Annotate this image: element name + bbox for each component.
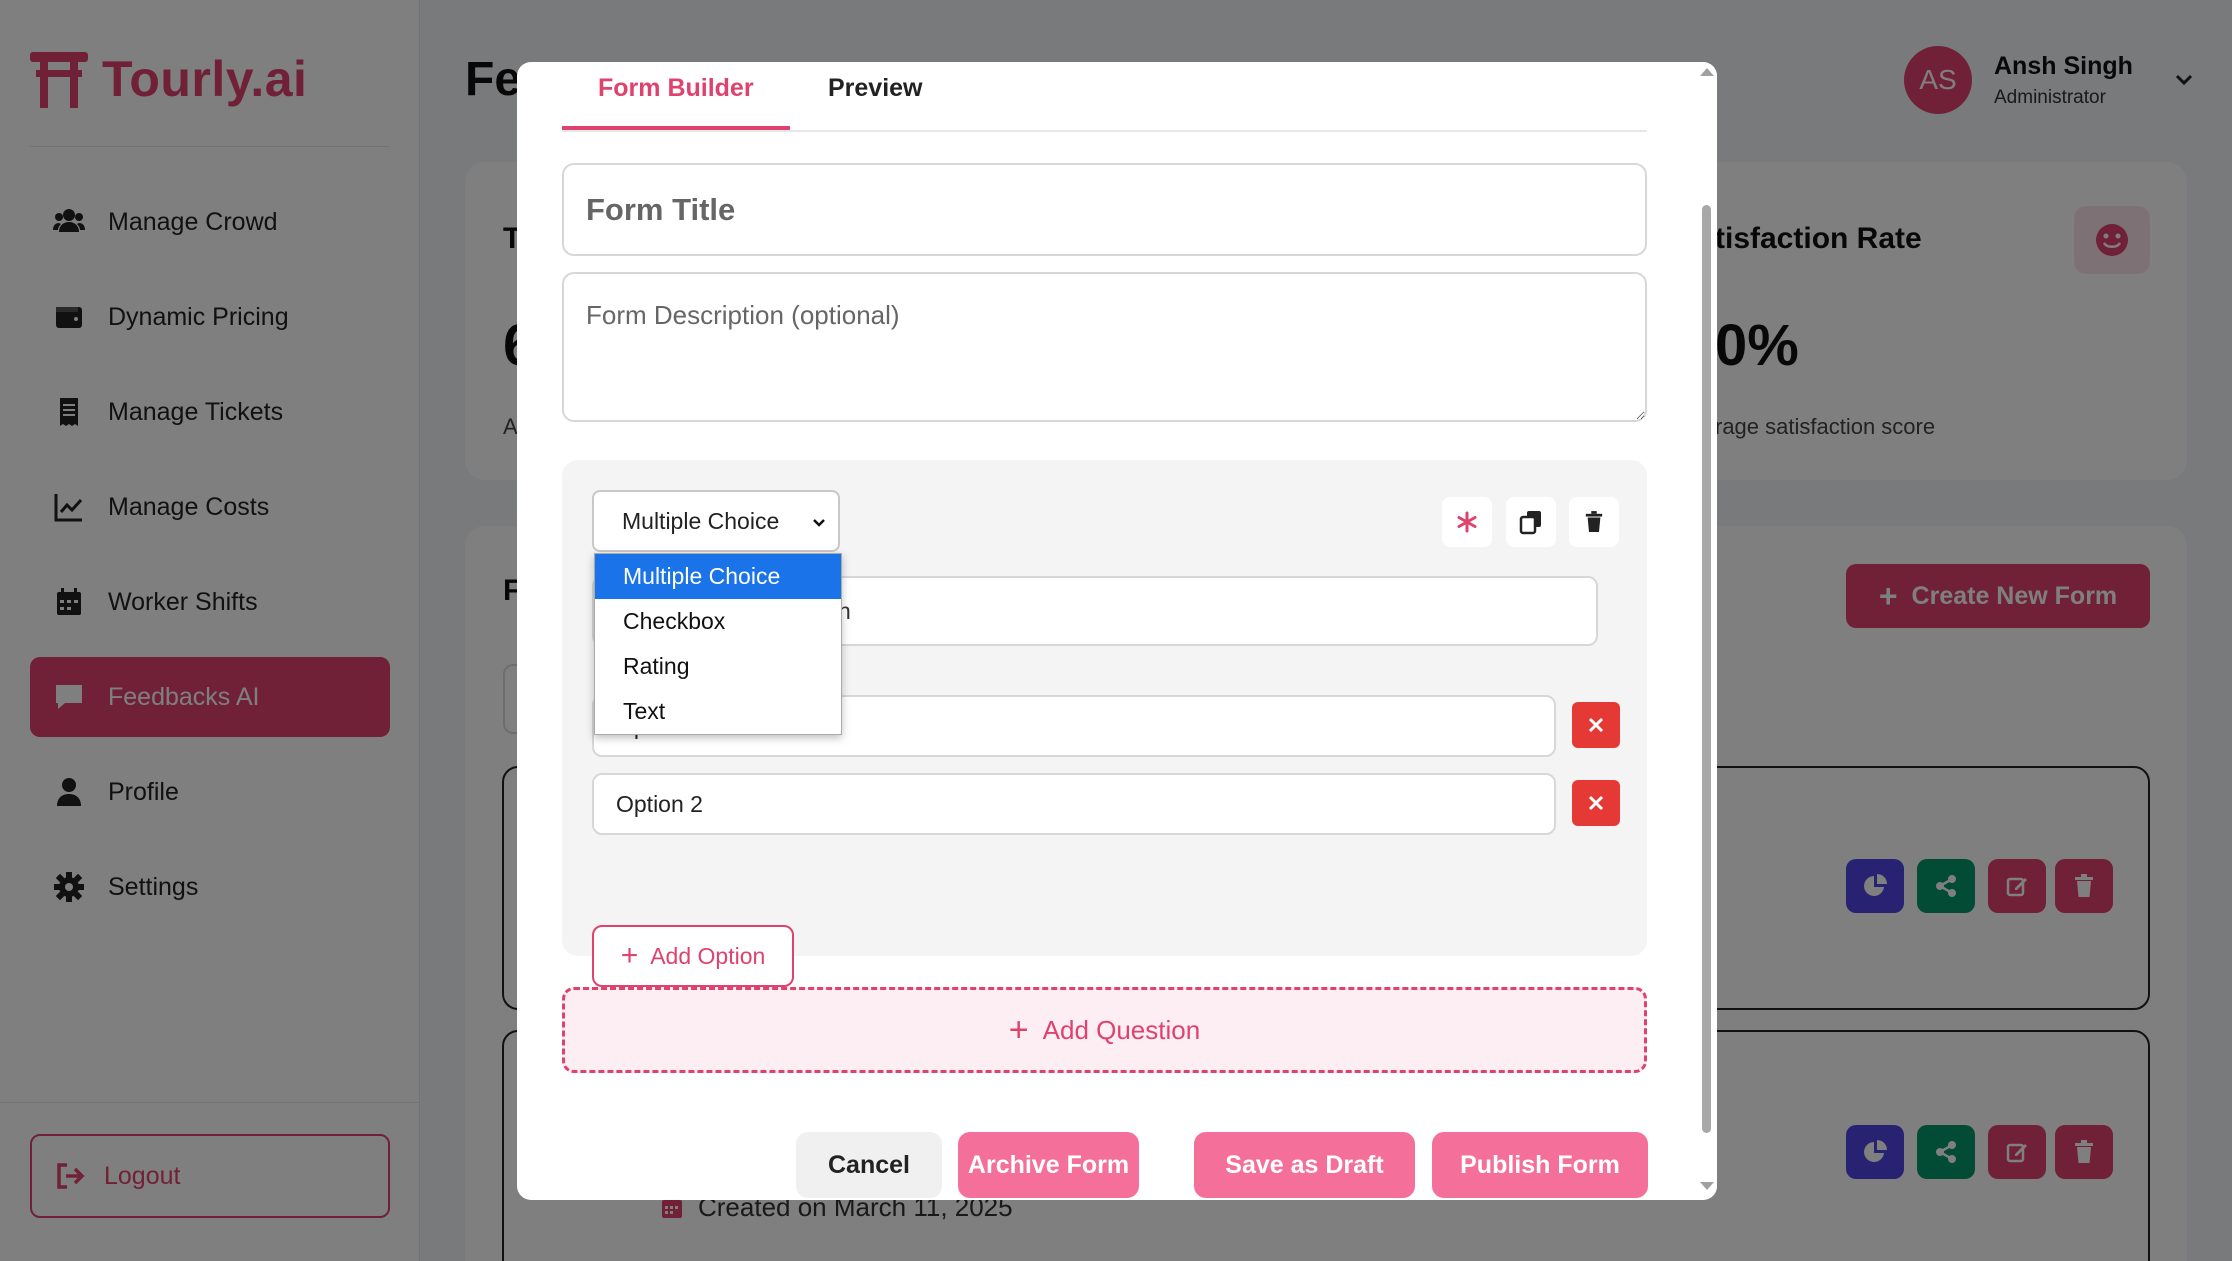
add-question-button[interactable]: + Add Question [562,987,1647,1073]
add-option-label: Add Option [650,942,766,969]
modal-tabs: Form Builder Preview [562,62,1647,132]
publish-form-button[interactable]: Publish Form [1432,1132,1648,1198]
form-title-input[interactable] [562,163,1647,256]
question-type-select[interactable]: Multiple Choice [592,490,840,552]
duplicate-question-button[interactable] [1506,497,1556,547]
dropdown-option-text[interactable]: Text [595,689,841,734]
add-option-button[interactable]: + Add Option [592,925,794,987]
dropdown-option-rating[interactable]: Rating [595,644,841,689]
plus-icon: + [1008,1011,1029,1049]
active-tab-indicator [562,126,790,130]
close-icon [1588,717,1604,733]
plus-icon: + [620,939,639,972]
trash-icon [1585,511,1603,532]
scroll-down-arrow[interactable] [1700,1182,1714,1190]
chevron-down-icon [813,519,825,527]
remove-option-button[interactable] [1572,780,1620,826]
copy-icon [1519,511,1541,535]
question-type-dropdown: Multiple Choice Checkbox Rating Text [594,553,842,735]
option-input[interactable]: Option 2 [592,773,1556,835]
required-toggle-button[interactable] [1442,497,1492,547]
archive-form-button[interactable]: Archive Form [958,1132,1139,1198]
scrollbar-thumb[interactable] [1702,205,1711,1133]
scroll-up-arrow[interactable] [1700,68,1714,76]
remove-option-button[interactable] [1572,702,1620,748]
dropdown-option-multiple-choice[interactable]: Multiple Choice [595,554,841,599]
tab-preview[interactable]: Preview [828,74,923,103]
form-description-input[interactable] [562,272,1647,422]
close-icon [1588,795,1604,811]
question-type-value: Multiple Choice [622,507,780,534]
delete-question-button[interactable] [1569,497,1619,547]
cancel-button[interactable]: Cancel [796,1132,942,1198]
tab-form-builder[interactable]: Form Builder [598,74,754,103]
asterisk-icon [1457,511,1477,533]
option-text: Option 2 [616,790,703,817]
dropdown-option-checkbox[interactable]: Checkbox [595,599,841,644]
add-question-label: Add Question [1042,1014,1201,1045]
save-as-draft-button[interactable]: Save as Draft [1194,1132,1415,1198]
